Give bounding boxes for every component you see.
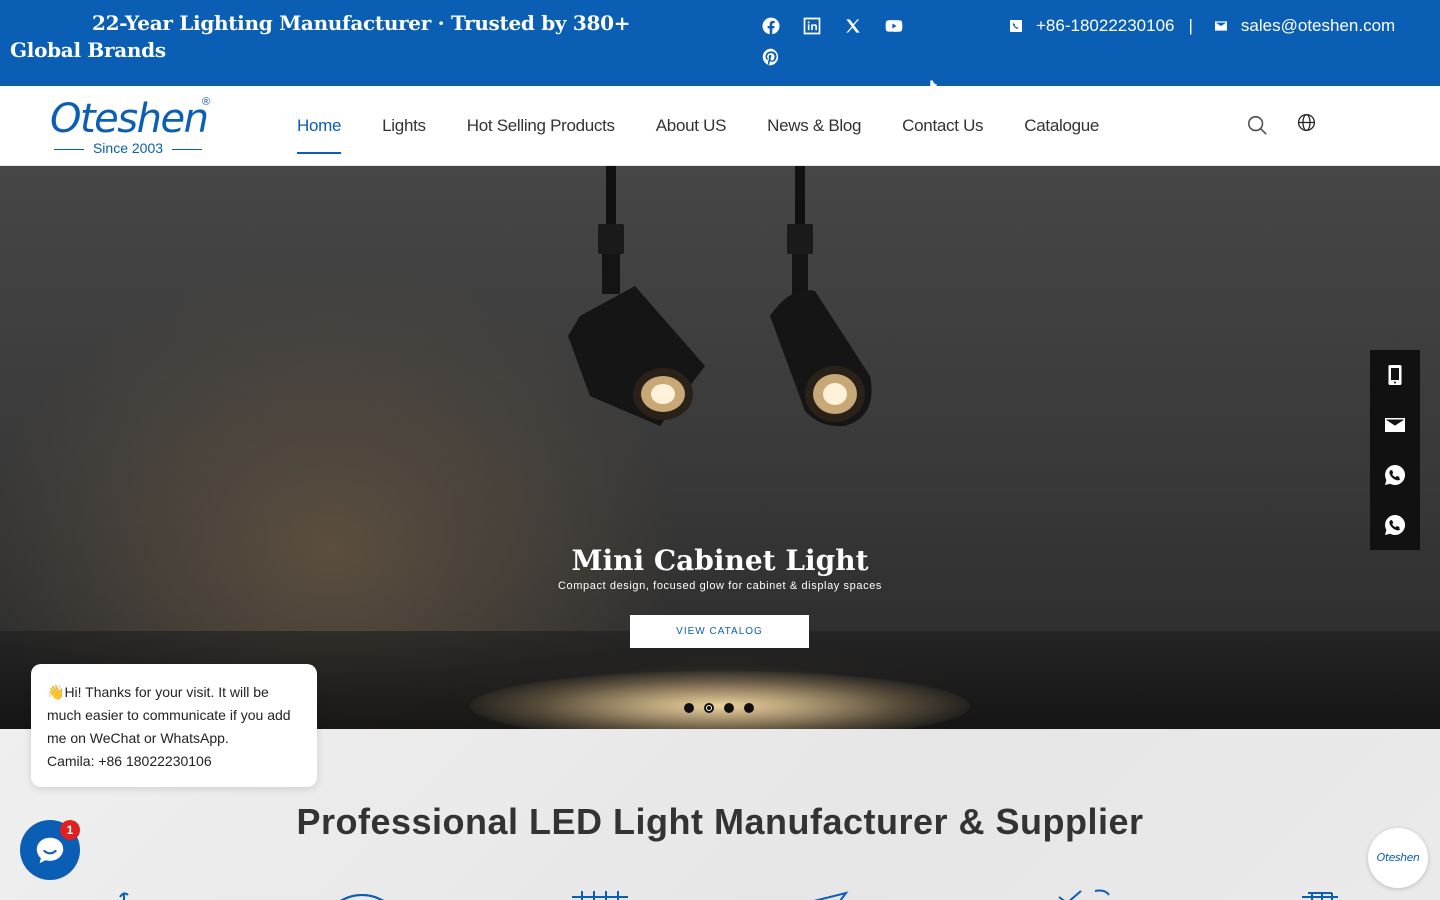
x-icon[interactable]: [832, 10, 873, 41]
feature-icon: [92, 889, 152, 900]
whatsapp-icon[interactable]: [1370, 500, 1420, 550]
chat-greeting-text: 👋Hi! Thanks for your visit. It will be m…: [47, 684, 291, 746]
globe-feature-icon: [332, 889, 392, 900]
mail-icon[interactable]: [1370, 400, 1420, 450]
phone-icon: [1010, 20, 1022, 32]
chat-unread-badge: 1: [60, 820, 80, 840]
cabinet-lamp-right: [770, 166, 872, 427]
section-title: Professional LED Light Manufacturer & Su…: [296, 801, 1144, 842]
nav-item-contact-us[interactable]: Contact Us: [902, 86, 983, 166]
check-feature-icon: [1055, 889, 1115, 900]
slide-dot[interactable]: [724, 703, 734, 713]
nav-item-about-us[interactable]: About US: [656, 86, 727, 166]
hero-slider: Mini Cabinet Light Compact design, focus…: [0, 166, 1440, 729]
chat-icon: [36, 837, 64, 864]
email-link[interactable]: sales@oteshen.com: [1241, 16, 1395, 36]
grid-feature-icon: [570, 889, 630, 900]
chat-greeting-popup[interactable]: 👋Hi! Thanks for your visit. It will be m…: [31, 664, 317, 787]
phone-icon[interactable]: [1370, 350, 1420, 400]
facebook-icon[interactable]: [750, 10, 791, 41]
contact-separator: |: [1188, 16, 1193, 35]
logo-since: Since 2003: [54, 140, 202, 156]
cabinet-lamp-left: [568, 166, 705, 426]
slide-dot[interactable]: [684, 703, 694, 713]
waving-hand-icon: 👋: [47, 684, 65, 700]
slide-dot[interactable]: [744, 703, 754, 713]
phone-link[interactable]: +86-18022230106: [1036, 16, 1175, 36]
site-header: Oteshen ® Since 2003 Home Lights Hot Sel…: [0, 86, 1440, 166]
nav-item-news-blog[interactable]: News & Blog: [767, 86, 861, 166]
view-catalog-button[interactable]: VIEW CATALOG: [630, 615, 809, 648]
slide-dot-active[interactable]: [704, 703, 714, 713]
nav-item-catalogue[interactable]: Catalogue: [1024, 86, 1099, 166]
nav-item-home[interactable]: Home: [297, 86, 341, 166]
main-nav: Home Lights Hot Selling Products About U…: [297, 86, 1140, 166]
contact-info: +86-18022230106 | sales@oteshen.com: [1008, 14, 1395, 38]
search-icon[interactable]: [1246, 114, 1268, 136]
nav-item-lights[interactable]: Lights: [382, 86, 426, 166]
nav-item-hot-selling-products[interactable]: Hot Selling Products: [467, 86, 615, 166]
linkedin-icon[interactable]: [791, 10, 832, 41]
chat-contact-line: Camila: +86 18022230106: [47, 753, 212, 769]
top-bar: 22-Year Lighting Manufacturer · Trusted …: [0, 0, 1440, 96]
site-logo[interactable]: Oteshen ® Since 2003: [50, 96, 220, 158]
logo-registered-mark: ®: [202, 96, 211, 108]
brand-bubble-logo: Oteshen: [1376, 851, 1420, 864]
whatsapp-icon[interactable]: [1370, 450, 1420, 500]
globe-icon[interactable]: [1297, 113, 1316, 132]
mail-icon: [1214, 21, 1227, 31]
pinterest-icon[interactable]: [750, 41, 791, 72]
hero-subtitle: Compact design, focused glow for cabinet…: [557, 580, 883, 592]
slider-pagination: [684, 703, 764, 713]
logo-wordmark: Oteshen: [50, 96, 209, 142]
company-tagline: 22-Year Lighting Manufacturer · Trusted …: [10, 11, 631, 62]
floating-contact-bar: [1370, 350, 1420, 550]
hero-title: Mini Cabinet Light: [571, 544, 869, 577]
brand-chat-bubble[interactable]: Oteshen: [1368, 828, 1428, 888]
youtube-icon[interactable]: [873, 10, 914, 41]
building-feature-icon: [1298, 889, 1358, 900]
plane-feature-icon: [810, 889, 870, 900]
